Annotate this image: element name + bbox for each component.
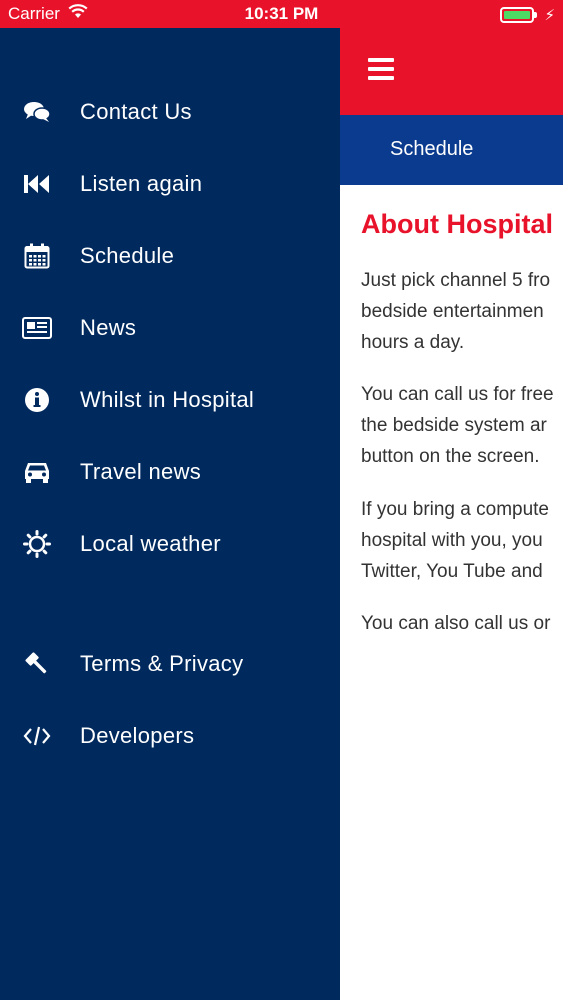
- paragraph: You can call us for free the bedside sys…: [361, 379, 554, 472]
- sun-icon: [22, 529, 52, 559]
- paragraph-line: the bedside system ar: [361, 415, 547, 436]
- menu-item-schedule[interactable]: Schedule: [0, 226, 340, 286]
- car-icon: [22, 457, 52, 487]
- charging-bolt-icon: ⚡: [544, 7, 555, 24]
- menu-item-terms-privacy[interactable]: Terms & Privacy: [0, 634, 340, 694]
- menu-label: Local weather: [80, 531, 221, 556]
- rewind-icon: [22, 169, 52, 199]
- paragraph-line: Just pick channel 5 fro: [361, 270, 551, 291]
- calendar-icon: [22, 241, 52, 271]
- menu-item-whilst-in-hospital[interactable]: Whilst in Hospital: [0, 370, 340, 430]
- menu-label: Whilst in Hospital: [80, 387, 255, 412]
- menu-label: Listen again: [80, 171, 203, 196]
- tab-bar: Schedule: [340, 115, 563, 185]
- tab-schedule[interactable]: Schedule: [390, 138, 473, 161]
- menu-item-travel-news[interactable]: Travel news: [0, 442, 340, 502]
- status-bar: Carrier 10:31 PM ⚡: [0, 0, 563, 28]
- paragraph-line: hours a day.: [361, 332, 465, 353]
- menu-label: Developers: [80, 723, 195, 748]
- app-screen: Carrier 10:31 PM ⚡ Contact Us Listen aga…: [0, 0, 563, 1000]
- menu-item-news[interactable]: News: [0, 298, 340, 358]
- status-time: 10:31 PM: [244, 4, 319, 23]
- paragraph-line: You can call us for free: [361, 384, 554, 405]
- paragraph-line: You can also call us or: [361, 613, 551, 634]
- paragraph-line: bedside entertainmen: [361, 301, 544, 322]
- chat-bubbles-icon: [22, 97, 52, 127]
- code-icon: [22, 721, 52, 751]
- paragraph-line: If you bring a compute: [361, 499, 549, 520]
- paragraph-line: hospital with you, you: [361, 530, 543, 551]
- paragraph: Just pick channel 5 fro bedside entertai…: [361, 265, 550, 358]
- newspaper-icon: [22, 313, 52, 343]
- gavel-icon: [22, 649, 52, 679]
- info-icon: [22, 385, 52, 415]
- content-panel: About Hospital Just pick channel 5 fro b…: [340, 185, 563, 1000]
- status-right: ⚡: [500, 6, 555, 24]
- paragraph-line: button on the screen.: [361, 446, 540, 467]
- side-drawer: Contact Us Listen again Schedule News Wh…: [0, 28, 340, 1000]
- hamburger-menu-icon[interactable]: [368, 58, 394, 82]
- page-title: About Hospital: [361, 209, 553, 239]
- menu-item-developers[interactable]: Developers: [0, 706, 340, 766]
- menu-item-local-weather[interactable]: Local weather: [0, 514, 340, 574]
- battery-icon: [500, 7, 538, 23]
- menu-label: Schedule: [80, 243, 175, 268]
- menu-label: Travel news: [80, 459, 202, 484]
- top-app-bar: [340, 28, 563, 115]
- paragraph-line: Twitter, You Tube and: [361, 561, 543, 582]
- paragraph: You can also call us or: [361, 608, 550, 639]
- menu-label: Contact Us: [80, 99, 192, 124]
- menu-label: Terms & Privacy: [80, 651, 244, 676]
- menu-item-contact-us[interactable]: Contact Us: [0, 82, 340, 142]
- menu-label: News: [80, 315, 137, 340]
- paragraph: If you bring a compute hospital with you…: [361, 494, 549, 587]
- menu-item-listen-again[interactable]: Listen again: [0, 154, 340, 214]
